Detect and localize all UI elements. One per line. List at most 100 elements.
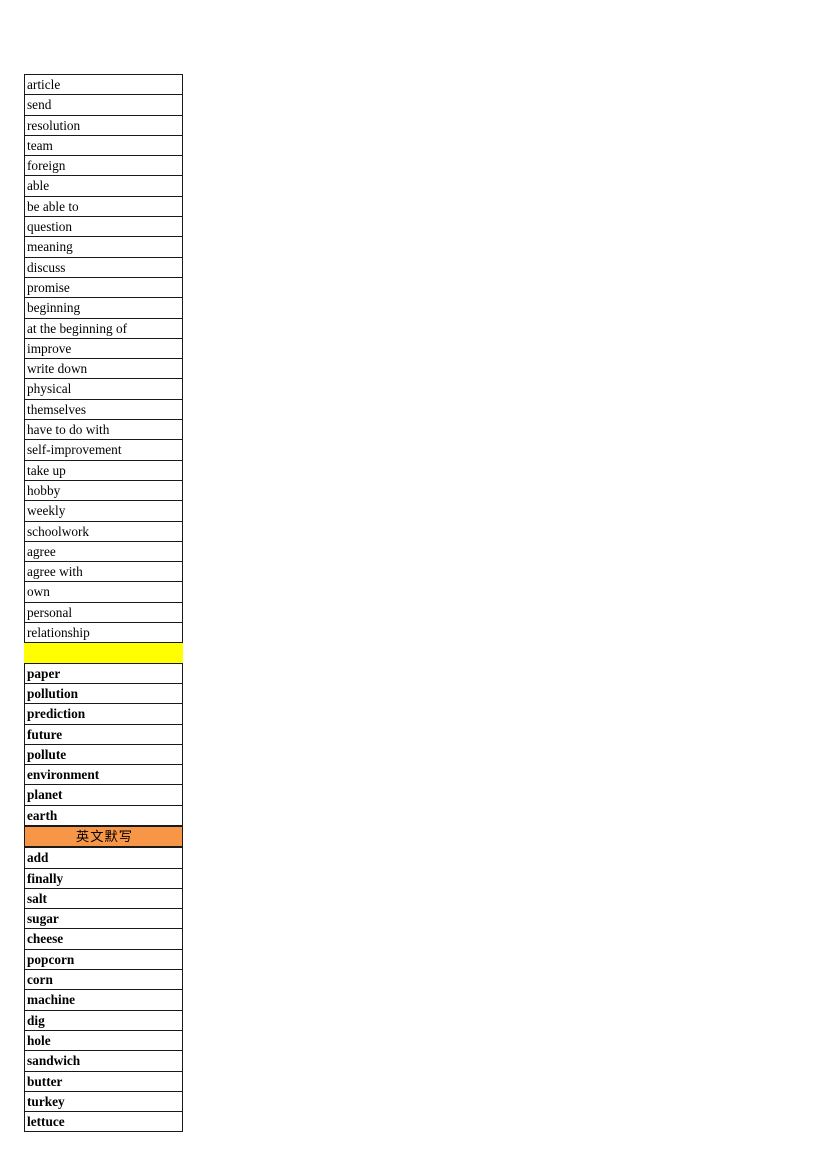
table-row[interactable]: sandwich (24, 1050, 183, 1072)
word-cell[interactable]: take up (24, 459, 183, 481)
table-row[interactable] (24, 643, 183, 663)
table-row[interactable]: relationship (24, 622, 183, 644)
yellow-separator-cell[interactable] (24, 643, 183, 663)
table-row[interactable]: environment (24, 764, 183, 786)
word-cell[interactable]: paper (24, 662, 183, 684)
table-row[interactable]: discuss (24, 256, 183, 278)
word-cell[interactable]: pollute (24, 743, 183, 766)
table-row[interactable]: have to do with (24, 419, 183, 441)
word-cell[interactable]: weekly (24, 500, 183, 522)
word-cell[interactable]: be able to (24, 195, 183, 218)
word-cell[interactable]: environment (24, 764, 183, 786)
word-cell[interactable]: write down (24, 358, 183, 380)
word-cell[interactable]: at the beginning of (24, 317, 183, 339)
table-row[interactable]: take up (24, 459, 183, 481)
word-cell[interactable]: physical (24, 378, 183, 400)
word-cell[interactable]: add (24, 847, 183, 869)
table-row[interactable]: hole (24, 1029, 183, 1052)
word-cell[interactable]: dig (24, 1009, 183, 1031)
word-cell[interactable]: earth (24, 804, 183, 826)
word-cell[interactable]: relationship (24, 622, 183, 644)
table-row[interactable]: future (24, 723, 183, 745)
word-cell[interactable]: machine (24, 989, 183, 1011)
word-cell[interactable]: foreign (24, 155, 183, 177)
word-cell[interactable]: schoolwork (24, 520, 183, 542)
table-row[interactable]: resolution (24, 114, 183, 136)
table-row[interactable]: corn (24, 969, 183, 991)
word-cell[interactable]: have to do with (24, 419, 183, 441)
table-row[interactable]: personal (24, 601, 183, 624)
word-cell[interactable]: own (24, 581, 183, 603)
table-row[interactable]: butter (24, 1070, 183, 1092)
table-row[interactable]: self-improvement (24, 439, 183, 461)
table-row[interactable]: pollute (24, 743, 183, 766)
table-row[interactable]: weekly (24, 500, 183, 522)
table-row[interactable]: dig (24, 1009, 183, 1031)
table-row[interactable]: article (24, 73, 183, 96)
word-cell[interactable]: article (24, 73, 183, 96)
table-row[interactable]: machine (24, 989, 183, 1011)
table-row[interactable]: agree (24, 540, 183, 563)
table-row[interactable]: pollution (24, 682, 183, 705)
table-row[interactable]: send (24, 94, 183, 116)
word-cell[interactable]: corn (24, 969, 183, 991)
word-cell[interactable]: sandwich (24, 1050, 183, 1072)
table-row[interactable]: salt (24, 887, 183, 910)
table-row[interactable]: meaning (24, 236, 183, 258)
table-row[interactable]: able (24, 175, 183, 197)
word-cell[interactable]: sugar (24, 908, 183, 930)
table-row[interactable]: earth (24, 804, 183, 826)
table-row[interactable]: prediction (24, 703, 183, 725)
table-row[interactable]: write down (24, 358, 183, 380)
word-cell[interactable]: discuss (24, 256, 183, 278)
table-row[interactable]: paper (24, 662, 183, 684)
table-row[interactable]: lettuce (24, 1111, 183, 1133)
word-cell[interactable]: hobby (24, 479, 183, 502)
table-row[interactable]: popcorn (24, 948, 183, 971)
table-row[interactable]: themselves (24, 398, 183, 421)
word-cell[interactable]: butter (24, 1070, 183, 1092)
word-cell[interactable]: personal (24, 601, 183, 624)
word-cell[interactable]: hole (24, 1029, 183, 1052)
word-cell[interactable]: turkey (24, 1090, 183, 1113)
table-row[interactable]: physical (24, 378, 183, 400)
table-row[interactable]: add (24, 847, 183, 869)
word-cell[interactable]: lettuce (24, 1111, 183, 1133)
word-cell[interactable]: team (24, 134, 183, 157)
table-row[interactable]: schoolwork (24, 520, 183, 542)
word-cell[interactable]: salt (24, 887, 183, 910)
table-row[interactable]: foreign (24, 155, 183, 177)
table-row[interactable]: own (24, 581, 183, 603)
table-row[interactable]: promise (24, 276, 183, 299)
table-row[interactable]: be able to (24, 195, 183, 218)
table-row[interactable]: beginning (24, 297, 183, 319)
word-cell[interactable]: promise (24, 276, 183, 299)
section-header-dictation-label[interactable]: 英文默写 (24, 825, 183, 848)
word-cell[interactable]: question (24, 216, 183, 238)
word-cell[interactable]: finally (24, 867, 183, 889)
word-cell[interactable]: agree (24, 540, 183, 563)
word-cell[interactable]: self-improvement (24, 439, 183, 461)
word-cell[interactable]: agree with (24, 561, 183, 583)
word-cell[interactable]: planet (24, 784, 183, 806)
word-cell[interactable]: beginning (24, 297, 183, 319)
table-row[interactable]: cheese (24, 928, 183, 950)
table-row[interactable]: improve (24, 337, 183, 360)
word-cell[interactable]: prediction (24, 703, 183, 725)
table-row[interactable]: team (24, 134, 183, 157)
word-cell[interactable]: resolution (24, 114, 183, 136)
table-row[interactable]: sugar (24, 908, 183, 930)
table-row[interactable]: turkey (24, 1090, 183, 1113)
table-row[interactable]: 英文默写 (24, 825, 183, 848)
word-cell[interactable]: themselves (24, 398, 183, 421)
table-row[interactable]: question (24, 216, 183, 238)
word-cell[interactable]: future (24, 723, 183, 745)
word-cell[interactable]: send (24, 94, 183, 116)
table-row[interactable]: at the beginning of (24, 317, 183, 339)
word-cell[interactable]: cheese (24, 928, 183, 950)
word-cell[interactable]: meaning (24, 236, 183, 258)
table-row[interactable]: hobby (24, 479, 183, 502)
word-cell[interactable]: improve (24, 337, 183, 360)
table-row[interactable]: agree with (24, 561, 183, 583)
table-row[interactable]: planet (24, 784, 183, 806)
